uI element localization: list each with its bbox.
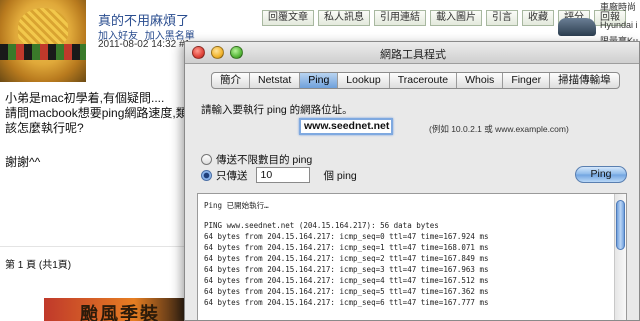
output-scrollbar[interactable] (614, 194, 626, 320)
post-line: 請問macbook想要ping網路速度,類似 (5, 106, 200, 120)
tab-info[interactable]: 簡介 (212, 73, 250, 88)
tab-whois[interactable]: Whois (457, 73, 504, 88)
output-line: PING www.seednet.net (204.15.164.217): 5… (204, 221, 439, 230)
ping-button[interactable]: Ping (575, 166, 627, 183)
post-line: 該怎麼執行呢? (5, 121, 84, 135)
quote-button[interactable]: 引言 (486, 10, 518, 26)
output-line: 64 bytes from 204.15.164.217: icmp_seq=6… (204, 298, 489, 307)
ping-output[interactable]: Ping 已開始執行… PING www.seednet.net (204.15… (197, 193, 627, 320)
ping-count-input[interactable]: 10 (255, 167, 310, 183)
output-line: 64 bytes from 204.15.164.217: icmp_seq=5… (204, 287, 489, 296)
tab-lookup[interactable]: Lookup (338, 73, 390, 88)
ad-text-1: 車廠時尚 (600, 2, 637, 12)
favorite-button[interactable]: 收藏 (522, 10, 554, 26)
hat-crown-image (18, 8, 68, 46)
output-line: Ping 已開始執行… (204, 201, 269, 210)
limited-option[interactable]: 只傳送 10 個 ping (201, 167, 357, 183)
quote-link-button[interactable]: 引用連結 (374, 10, 426, 26)
load-images-button[interactable]: 載入圖片 (430, 10, 482, 26)
private-message-button[interactable]: 私人訊息 (318, 10, 370, 26)
output-line: 64 bytes from 204.15.164.217: icmp_seq=4… (204, 276, 489, 285)
unlimited-radio[interactable] (201, 154, 212, 165)
hat-band-image (0, 44, 86, 60)
ad-text-2: Hyundai i (600, 20, 638, 30)
typhoon-banner-ad[interactable]: 颱風季裝 (44, 298, 194, 321)
limited-radio[interactable] (201, 169, 212, 181)
tab-port-scan[interactable]: 掃描傳輸埠 (550, 73, 619, 88)
scrollbar-thumb[interactable] (616, 200, 625, 250)
unlimited-label: 傳送不限數目的 ping (216, 154, 313, 166)
network-utility-window: 網路工具程式 簡介 Netstat Ping Lookup Traceroute… (184, 41, 640, 321)
car-image (558, 18, 596, 36)
output-line: 64 bytes from 204.15.164.217: icmp_seq=2… (204, 254, 489, 263)
post-thanks: 謝謝^^ (5, 155, 41, 169)
output-line: 64 bytes from 204.15.164.217: icmp_seq=3… (204, 265, 489, 274)
tab-netstat[interactable]: Netstat (250, 73, 301, 88)
limited-label: 只傳送 (216, 169, 248, 182)
tab-traceroute[interactable]: Traceroute (390, 73, 458, 88)
output-line: 64 bytes from 204.15.164.217: icmp_seq=1… (204, 243, 489, 252)
unlimited-option[interactable]: 傳送不限數目的 ping (201, 152, 312, 167)
reply-button[interactable]: 回覆文章 (262, 10, 314, 26)
post-body: 小弟是mac初學着,有個疑問.... 請問macbook想要ping網路速度,類… (5, 91, 200, 136)
avatar[interactable] (0, 0, 86, 82)
post-date: 2011-08-02 14:32 #1 (98, 39, 191, 50)
post-line: 小弟是mac初學着,有個疑問.... (5, 91, 165, 105)
tab-bar: 簡介 Netstat Ping Lookup Traceroute Whois … (211, 72, 620, 89)
pager: 第 1 頁 (共1頁) (5, 260, 72, 271)
tab-ping[interactable]: Ping (300, 73, 339, 88)
count-unit-label: 個 ping (323, 169, 357, 182)
divider (0, 246, 184, 247)
window-title: 網路工具程式 (380, 49, 446, 61)
banner-text: 颱風季裝 (80, 304, 160, 321)
output-line: 64 bytes from 204.15.164.217: icmp_seq=0… (204, 232, 489, 241)
address-input[interactable]: www.seednet.net (299, 118, 393, 135)
address-prompt: 請輸入要執行 ping 的網路位址。 (201, 104, 353, 116)
window-titlebar[interactable]: 網路工具程式 (185, 42, 639, 64)
tab-finger[interactable]: Finger (503, 73, 551, 88)
address-example-hint: (例如 10.0.2.1 或 www.example.com) (429, 124, 569, 134)
